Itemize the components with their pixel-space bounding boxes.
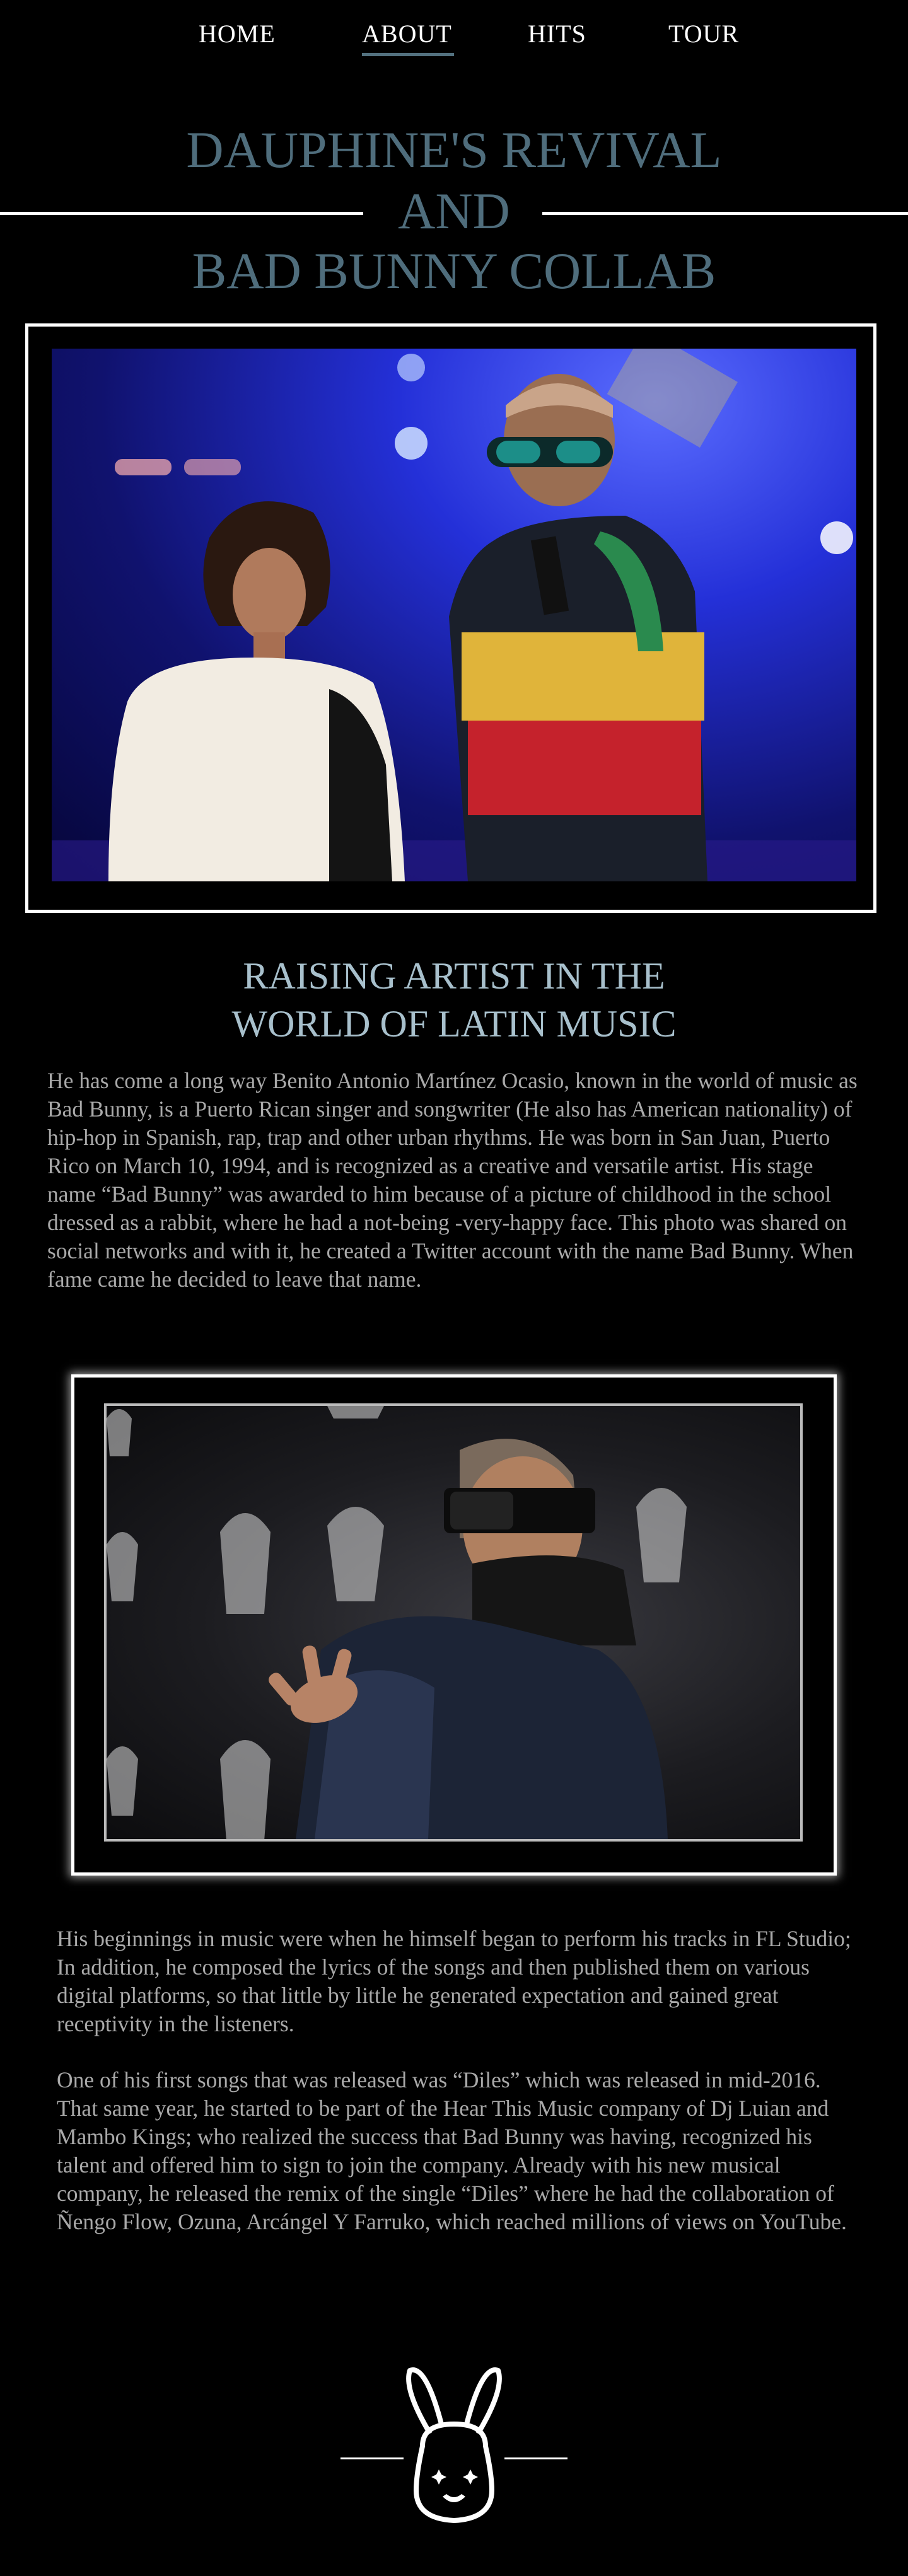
footer-divider-right	[504, 2457, 568, 2459]
page-title-line-2: AND	[398, 182, 510, 240]
nav-tour-link[interactable]: TOUR	[668, 19, 739, 49]
nav-hits-link[interactable]: HITS	[528, 19, 586, 49]
concert-photo-illustration	[52, 349, 856, 881]
page-title-line-3: BAD BUNNY COLLAB	[192, 242, 716, 299]
main-nav: HOME ABOUT HITS TOUR	[0, 0, 908, 69]
section-subtitle-line-1: RAISING ARTIST IN THE	[243, 955, 665, 997]
page-title-line-1: DAUPHINE'S REVIVAL	[186, 121, 722, 178]
portrait-photo-illustration	[107, 1406, 687, 1839]
bunny-logo-icon[interactable]	[397, 2364, 511, 2528]
bio-paragraph-2: His beginnings in music were when he him…	[57, 1926, 851, 2036]
bio-paragraph-1: He has come a long way Benito Antonio Ma…	[47, 1068, 858, 1292]
title-divider-right	[542, 212, 908, 215]
nav-about-link[interactable]: ABOUT	[362, 19, 452, 49]
section-subtitle-line-2: WORLD OF LATIN MUSIC	[231, 1003, 677, 1045]
nav-active-underline	[362, 53, 454, 56]
nav-home-link[interactable]: HOME	[199, 19, 276, 49]
bio-paragraph-3: One of his first songs that was released…	[57, 2067, 847, 2234]
concert-photo	[52, 349, 856, 881]
footer-divider-left	[340, 2457, 404, 2459]
portrait-photo	[107, 1406, 800, 1839]
